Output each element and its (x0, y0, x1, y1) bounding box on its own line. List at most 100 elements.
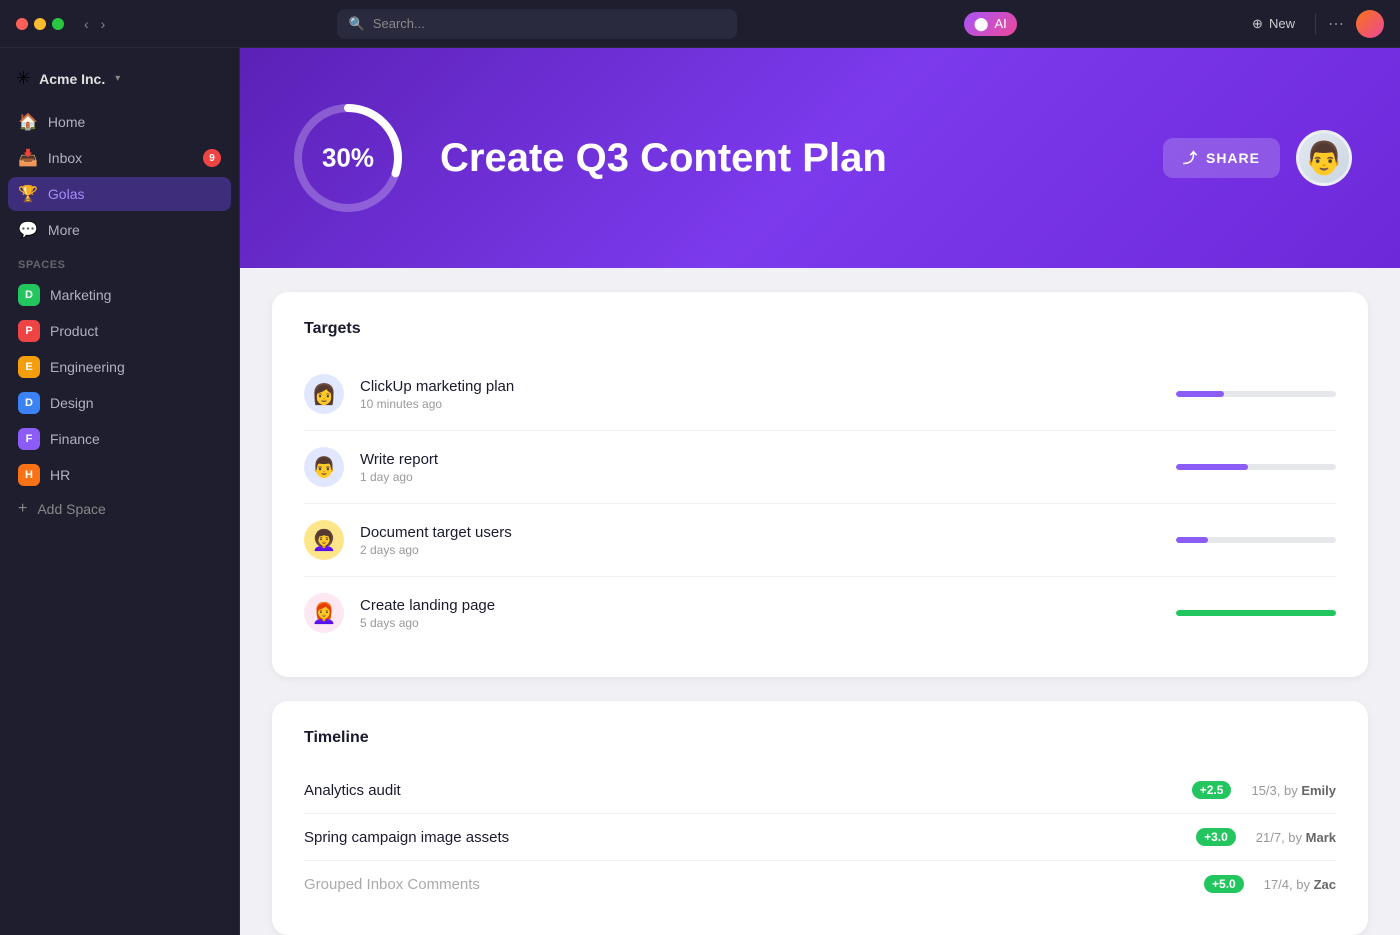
user-avatar-top[interactable] (1356, 10, 1384, 38)
close-button[interactable] (16, 18, 28, 30)
sidebar-item-more[interactable]: 💬 More (8, 213, 231, 247)
new-button[interactable]: ⊕ New (1244, 12, 1303, 36)
inbox-icon: 📥 (18, 148, 38, 168)
space-badge-design: D (18, 392, 40, 414)
timeline-meta-1: 15/3, by Emily (1231, 783, 1336, 798)
progress-fill-1 (1176, 391, 1224, 397)
space-item-hr[interactable]: H HR (8, 457, 231, 493)
timeline-badge-2: +3.0 (1196, 828, 1236, 846)
hero-actions: ⤴ SHARE 👨 (1163, 130, 1352, 186)
target-time-1: 10 minutes ago (360, 397, 1160, 411)
sidebar-item-goals[interactable]: 🏆 Golas (8, 177, 231, 211)
target-time-4: 5 days ago (360, 616, 1160, 630)
sidebar-item-label: Golas (48, 186, 85, 202)
space-item-design[interactable]: D Design (8, 385, 231, 421)
timeline-item-1: Analytics audit +2.5 15/3, by Emily (304, 767, 1336, 814)
ai-icon: ⬤ (974, 16, 989, 32)
inbox-badge: 9 (203, 149, 221, 167)
add-space-button[interactable]: + Add Space (8, 493, 231, 525)
space-label-hr: HR (50, 467, 70, 483)
timeline-badge-1: +2.5 (1192, 781, 1232, 799)
space-item-engineering[interactable]: E Engineering (8, 349, 231, 385)
minimize-button[interactable] (34, 18, 46, 30)
nav-arrows: ‹ › (80, 14, 109, 34)
space-label-product: Product (50, 323, 98, 339)
progress-fill-3 (1176, 537, 1208, 543)
home-icon: 🏠 (18, 112, 38, 132)
sidebar-item-inbox[interactable]: 📥 Inbox 9 (8, 141, 231, 175)
main-layout: ✳ Acme Inc. ▾ 🏠 Home 📥 Inbox 9 🏆 Golas 💬… (0, 48, 1400, 935)
timeline-name-1: Analytics audit (304, 782, 1182, 799)
hero-banner: 30% Create Q3 Content Plan ⤴ SHARE 👨 (240, 48, 1400, 268)
grid-icon[interactable]: ⋯ (1328, 14, 1344, 34)
target-name-2: Write report (360, 451, 1160, 468)
forward-arrow[interactable]: › (97, 14, 110, 34)
share-label: SHARE (1206, 150, 1260, 166)
share-icon: ⤴ (1183, 148, 1198, 168)
hero-title: Create Q3 Content Plan (440, 136, 1131, 181)
target-item-3: 👩‍🦱 Document target users 2 days ago (304, 504, 1336, 577)
space-item-marketing[interactable]: D Marketing (8, 277, 231, 313)
target-avatar-4: 👩‍🦰 (304, 593, 344, 633)
target-info-2: Write report 1 day ago (360, 451, 1160, 484)
target-name-3: Document target users (360, 524, 1160, 541)
new-label: New (1269, 16, 1295, 31)
avatar-face: 👨 (1304, 139, 1344, 177)
content-area: 30% Create Q3 Content Plan ⤴ SHARE 👨 Tar… (240, 48, 1400, 935)
sidebar-item-label: Home (48, 114, 85, 130)
space-label-marketing: Marketing (50, 287, 111, 303)
progress-text: 30% (322, 143, 374, 174)
target-avatar-2: 👨 (304, 447, 344, 487)
back-arrow[interactable]: ‹ (80, 14, 93, 34)
workspace-name: Acme Inc. (39, 71, 105, 87)
goals-icon: 🏆 (18, 184, 38, 204)
spaces-label: Spaces (0, 247, 239, 277)
divider (1315, 14, 1316, 34)
top-bar-right: ⊕ New ⋯ (1244, 10, 1384, 38)
top-bar: ‹ › 🔍 Search... ⬤ AI ⊕ New ⋯ (0, 0, 1400, 48)
timeline-card: Timeline Analytics audit +2.5 15/3, by E… (272, 701, 1368, 935)
add-space-label: Add Space (37, 501, 106, 517)
target-name-4: Create landing page (360, 597, 1160, 614)
timeline-item-3: Grouped Inbox Comments +5.0 17/4, by Zac (304, 861, 1336, 907)
space-badge-engineering: E (18, 356, 40, 378)
sidebar-item-label: Inbox (48, 150, 82, 166)
timeline-badge-3: +5.0 (1204, 875, 1244, 893)
space-badge-marketing: D (18, 284, 40, 306)
more-icon: 💬 (18, 220, 38, 240)
targets-card: Targets 👩 ClickUp marketing plan 10 minu… (272, 292, 1368, 677)
workspace-icon: ✳ (16, 68, 31, 89)
target-avatar-1: 👩 (304, 374, 344, 414)
space-item-finance[interactable]: F Finance (8, 421, 231, 457)
space-item-product[interactable]: P Product (8, 313, 231, 349)
progress-bar-4 (1176, 610, 1336, 616)
target-time-3: 2 days ago (360, 543, 1160, 557)
timeline-name-2: Spring campaign image assets (304, 829, 1186, 846)
space-badge-product: P (18, 320, 40, 342)
progress-fill-4 (1176, 610, 1336, 616)
plus-icon: ⊕ (1252, 16, 1263, 32)
timeline-meta-2: 21/7, by Mark (1236, 830, 1336, 845)
space-label-finance: Finance (50, 431, 100, 447)
target-info-3: Document target users 2 days ago (360, 524, 1160, 557)
search-bar[interactable]: 🔍 Search... (337, 9, 737, 39)
traffic-lights (16, 18, 64, 30)
hero-user-avatar[interactable]: 👨 (1296, 130, 1352, 186)
timeline-name-3: Grouped Inbox Comments (304, 876, 1194, 893)
sidebar-item-home[interactable]: 🏠 Home (8, 105, 231, 139)
ai-button[interactable]: ⬤ AI (964, 12, 1017, 36)
space-badge-hr: H (18, 464, 40, 486)
maximize-button[interactable] (52, 18, 64, 30)
progress-bar-3 (1176, 537, 1336, 543)
space-badge-finance: F (18, 428, 40, 450)
timeline-meta-3: 17/4, by Zac (1244, 877, 1336, 892)
target-info-1: ClickUp marketing plan 10 minutes ago (360, 378, 1160, 411)
share-button[interactable]: ⤴ SHARE (1163, 138, 1280, 178)
sidebar: ✳ Acme Inc. ▾ 🏠 Home 📥 Inbox 9 🏆 Golas 💬… (0, 48, 240, 935)
workspace-header[interactable]: ✳ Acme Inc. ▾ (0, 60, 239, 105)
targets-title: Targets (304, 320, 1336, 338)
target-name-1: ClickUp marketing plan (360, 378, 1160, 395)
search-icon: 🔍 (349, 16, 365, 32)
space-label-engineering: Engineering (50, 359, 125, 375)
search-placeholder: Search... (373, 16, 425, 31)
